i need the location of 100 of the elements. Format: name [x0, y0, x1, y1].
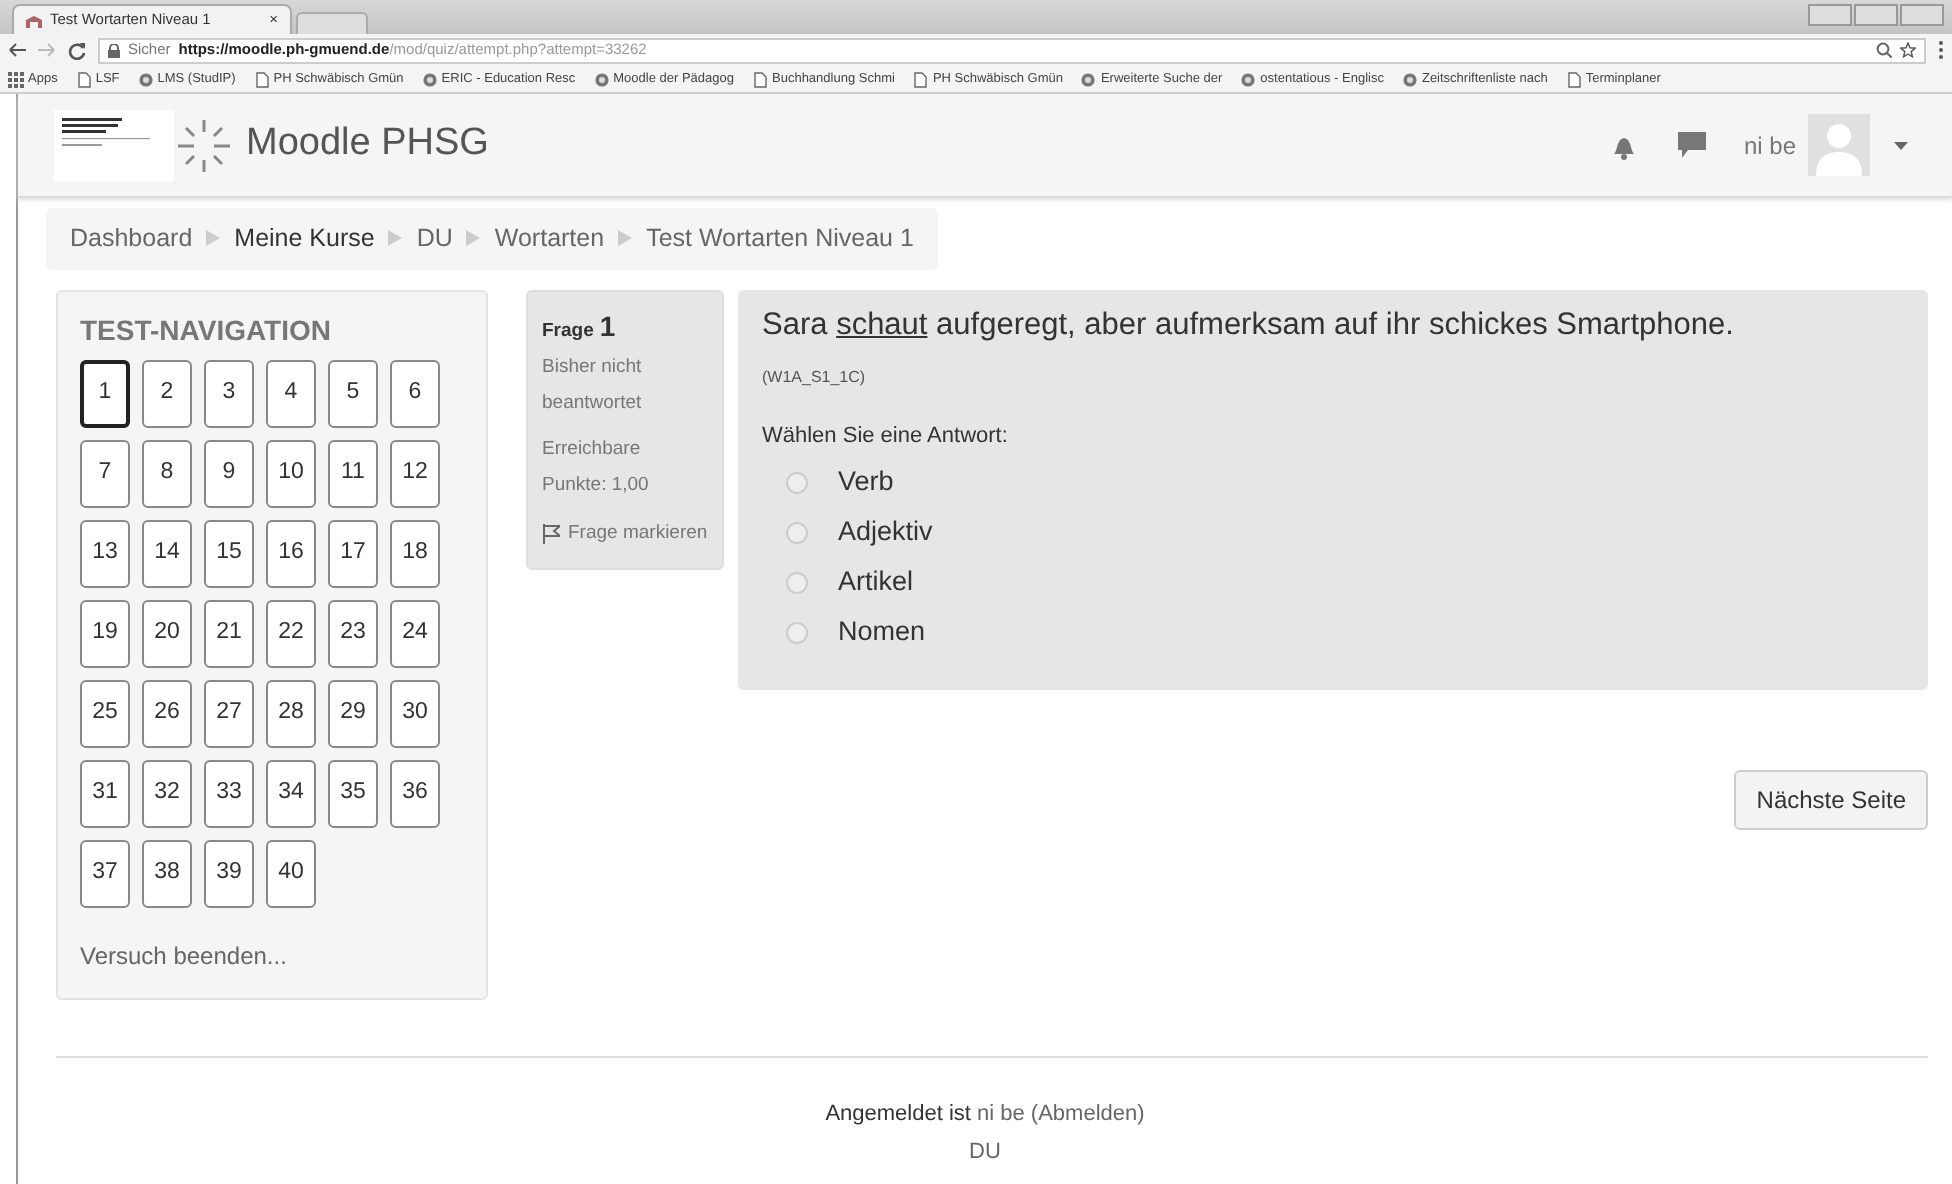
question-number-button[interactable]: 38	[142, 839, 192, 908]
caret-icon[interactable]	[1894, 141, 1908, 149]
site-icon	[1240, 71, 1257, 87]
page-icon	[75, 71, 92, 87]
close-button[interactable]	[1900, 4, 1944, 26]
question-number-button[interactable]: 7	[80, 439, 130, 508]
question-number-button[interactable]: 34	[266, 759, 316, 828]
question-number-button[interactable]: 14	[142, 519, 192, 588]
page-icon	[253, 71, 270, 87]
reload-icon[interactable]	[68, 41, 86, 59]
question-number-button[interactable]: 32	[142, 759, 192, 828]
site-name[interactable]: Moodle PHSG	[246, 116, 489, 174]
answer-option-label[interactable]: Artikel	[838, 561, 914, 603]
radio-button[interactable]	[786, 621, 808, 643]
breadcrumb-link[interactable]: DU	[416, 220, 453, 258]
question-number-button[interactable]: 17	[328, 519, 378, 588]
question-number-button[interactable]: 15	[204, 519, 254, 588]
question-number-button[interactable]: 29	[328, 679, 378, 748]
site-icon	[593, 71, 610, 87]
separator-icon	[618, 230, 633, 247]
radio-button[interactable]	[786, 471, 808, 493]
question-number-button[interactable]: 20	[142, 599, 192, 668]
question-number-button[interactable]: 16	[266, 519, 316, 588]
radio-button[interactable]	[786, 521, 808, 543]
question-number-button[interactable]: 31	[80, 759, 130, 828]
question-number-button[interactable]: 21	[204, 599, 254, 668]
page-icon	[752, 71, 768, 87]
message-icon[interactable]	[1677, 132, 1706, 158]
question-number-button[interactable]: 11	[328, 439, 378, 508]
question-number-button[interactable]: 9	[204, 439, 254, 508]
new-tab-button[interactable]	[296, 12, 368, 34]
question-number-button[interactable]: 13	[80, 519, 130, 588]
question-number-button[interactable]: 6	[390, 359, 440, 428]
separator-icon	[466, 230, 481, 247]
separator-icon	[206, 230, 221, 247]
separator-icon	[388, 230, 403, 247]
forward-icon[interactable]	[38, 42, 56, 58]
site-icon	[1401, 71, 1418, 87]
question-number-button[interactable]: 18	[390, 519, 440, 588]
question-number-button[interactable]: 1	[80, 359, 130, 428]
answer-option-label[interactable]: Adjektiv	[838, 511, 933, 553]
maximize-button[interactable]	[1854, 4, 1898, 26]
answer-option-label[interactable]: Verb	[838, 461, 894, 503]
question-number-button[interactable]: 40	[266, 839, 316, 908]
question-text: Sara schaut aufgeregt, aber aufmerksam auf ihr schickes Smartphone.	[762, 305, 1736, 346]
question-number-button[interactable]: 12	[390, 439, 440, 508]
question-number-button[interactable]: 25	[80, 679, 130, 748]
breadcrumb-link[interactable]: Meine Kurse	[234, 220, 375, 258]
question-number-button[interactable]: 26	[142, 679, 192, 748]
question-number-button[interactable]: 36	[390, 759, 440, 828]
page-icon	[1565, 71, 1582, 87]
lock-icon	[108, 43, 120, 57]
question-status: Bisher nicht beantwortet	[542, 354, 644, 419]
question-number-button[interactable]: 35	[328, 759, 378, 828]
apps-icon	[8, 71, 24, 87]
question-number-button[interactable]: 33	[204, 759, 254, 828]
question-number-button[interactable]: 22	[266, 599, 316, 668]
breadcrumb-link[interactable]: Dashboard	[70, 220, 193, 258]
finish-attempt-link[interactable]: Versuch beenden...	[80, 937, 464, 974]
question-number-button[interactable]: 37	[80, 839, 130, 908]
page-icon	[912, 71, 929, 87]
question-number-button[interactable]: 19	[80, 599, 130, 668]
question-code: (W1A_S1_1C)	[762, 366, 868, 390]
question-number-button[interactable]: 2	[142, 359, 192, 428]
question-number-button[interactable]: 8	[142, 439, 192, 508]
flag-question-link[interactable]: Frage markieren	[568, 515, 708, 552]
question-number-button[interactable]: 10	[266, 439, 316, 508]
minimize-button[interactable]	[1808, 4, 1852, 26]
login-info: Angemeldet ist ni be (Abmelden)	[825, 1099, 1145, 1130]
question-number: Frage 1	[542, 307, 618, 346]
answer-option-label[interactable]: Nomen	[838, 611, 926, 653]
question-number-button[interactable]: 4	[266, 359, 316, 428]
panel-title: TEST-NAVIGATION	[80, 311, 333, 350]
sunburst-icon	[174, 115, 234, 175]
question-number-button[interactable]: 23	[328, 599, 378, 668]
course-link[interactable]: DU	[969, 1140, 1001, 1165]
star-icon[interactable]	[1900, 42, 1916, 58]
site-icon	[1080, 71, 1097, 87]
question-number-button[interactable]: 3	[204, 359, 254, 428]
zoom-icon[interactable]	[1876, 42, 1892, 58]
answer-prompt: Wählen Sie eine Antwort:	[762, 422, 1010, 452]
question-number-button[interactable]: 39	[204, 839, 254, 908]
question-number-button[interactable]: 30	[390, 679, 440, 748]
breadcrumb-link[interactable]: Wortarten	[494, 220, 605, 258]
avatar-icon[interactable]	[1808, 114, 1870, 176]
menu-icon[interactable]	[1938, 40, 1944, 60]
question-number-button[interactable]: 24	[390, 599, 440, 668]
next-page-button[interactable]: Nächste Seite	[1734, 769, 1928, 830]
breadcrumb-link[interactable]: Test Wortarten Niveau 1	[646, 220, 914, 258]
back-icon[interactable]	[8, 42, 26, 58]
user-name[interactable]: ni be	[1743, 127, 1796, 163]
site-icon	[421, 71, 438, 87]
question-number-button[interactable]: 28	[266, 679, 316, 748]
site-icon	[137, 71, 154, 87]
question-number-button[interactable]: 5	[328, 359, 378, 428]
question-points: Erreichbare Punkte: 1,00	[542, 436, 651, 501]
radio-button[interactable]	[786, 571, 808, 593]
question-number-button[interactable]: 27	[204, 679, 254, 748]
flag-icon[interactable]	[542, 523, 560, 544]
moodle-icon	[26, 13, 42, 27]
